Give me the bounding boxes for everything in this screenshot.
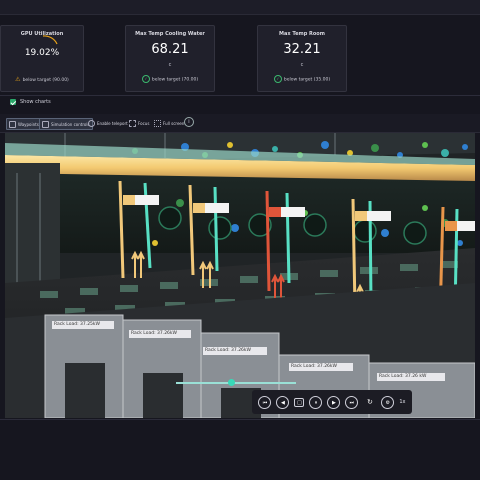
simulation-controls-button[interactable]: Simulation controls <box>39 118 93 130</box>
timeline-slider[interactable] <box>176 379 296 386</box>
waypoint-icon <box>9 120 16 128</box>
rack-load-label: Rack Load: 37.26kW <box>203 347 267 355</box>
3d-viewport[interactable]: Rack Load: 37.25kW Rack Load: 37.26kW Ra… <box>5 133 475 418</box>
focus-button[interactable]: Focus <box>127 118 151 128</box>
rack-load-label: Rack Load: 37.25kW <box>52 321 114 329</box>
skip-to-end-button[interactable]: ⏭ <box>345 395 359 409</box>
bottom-panel <box>0 420 480 480</box>
rack-load-label: Rack Load: 37.26 kW <box>377 373 445 381</box>
card-target: ✓ below target (70.00) <box>126 75 214 83</box>
show-charts-label: Show charts <box>20 99 51 105</box>
max-temp-cooling-water-card: Max Temp Cooling Water 68.21 c ✓ below ta… <box>125 25 215 92</box>
pause-button[interactable]: ⏸ <box>309 395 323 409</box>
waypoints-label: Waypoints <box>18 121 39 127</box>
max-temp-room-card: Max Temp Room 32.21 c ✓ below target (35.… <box>257 25 347 92</box>
checkbox-icon[interactable] <box>10 99 16 105</box>
play-button[interactable]: ▶ <box>327 395 341 409</box>
show-charts-toggle[interactable]: Show charts <box>10 99 51 105</box>
speed-gear-icon[interactable]: ⚙ <box>381 395 395 409</box>
info-icon[interactable]: i <box>184 117 194 127</box>
focus-icon <box>129 119 136 127</box>
card-unit: c <box>168 62 172 68</box>
playback-controls: ⏮ ◀ □ ⏸ ▶ ⏭ ↻ ⚙ 1x <box>252 390 412 414</box>
rack-load-label: Rack Load: 37.26kW <box>289 363 353 371</box>
stop-button[interactable]: □ <box>294 397 305 407</box>
card-target-text: below target (70.00) <box>151 77 199 83</box>
card-unit: c <box>300 62 304 68</box>
full-screen-button[interactable]: Full screen <box>152 118 186 128</box>
card-value: 68.21 <box>151 42 189 57</box>
warning-icon: ⚠ <box>15 76 21 83</box>
gauge-arc-icon <box>42 35 58 45</box>
enable-teleport-label: Enable teleport <box>97 120 128 126</box>
enable-teleport-button[interactable]: Enable teleport <box>86 118 130 128</box>
card-value: 32.21 <box>283 42 321 57</box>
simulation-controls-label: Simulation controls <box>51 121 90 127</box>
card-title: Max Temp Cooling Water <box>135 31 205 37</box>
step-back-button[interactable]: ◀ <box>276 395 290 409</box>
card-target: ✓ below target (35.00) <box>258 75 346 83</box>
teleport-icon <box>88 119 95 127</box>
waypoints-button[interactable]: Waypoints <box>6 118 42 130</box>
simulation-icon <box>42 120 49 128</box>
rack-load-label: Rack Load: 37.26kW <box>129 330 191 338</box>
playback-speed[interactable]: 1x <box>399 399 405 405</box>
check-circle-icon: ✓ <box>141 75 150 83</box>
full-screen-label: Full screen <box>163 120 185 126</box>
gpu-utilization-card: GPU Utilization 19.02% ⚠ below target (90… <box>0 25 84 92</box>
card-value: 19.02% <box>24 48 60 58</box>
divider <box>0 95 480 96</box>
card-target: ⚠ below target (90.00) <box>1 76 83 83</box>
check-circle-icon: ✓ <box>273 75 282 83</box>
skip-to-start-button[interactable]: ⏮ <box>258 395 272 409</box>
card-target-text: below target (35.00) <box>283 77 331 83</box>
card-title: Max Temp Room <box>279 31 325 37</box>
card-target-text: below target (90.00) <box>22 78 69 83</box>
loop-icon[interactable]: ↻ <box>363 396 376 409</box>
timeline-knob[interactable] <box>228 379 235 386</box>
top-strip <box>0 0 480 15</box>
focus-label: Focus <box>138 120 150 126</box>
fullscreen-icon <box>154 119 161 127</box>
viewer-toolbar: Waypoints Simulation controls Enable tel… <box>0 114 480 133</box>
